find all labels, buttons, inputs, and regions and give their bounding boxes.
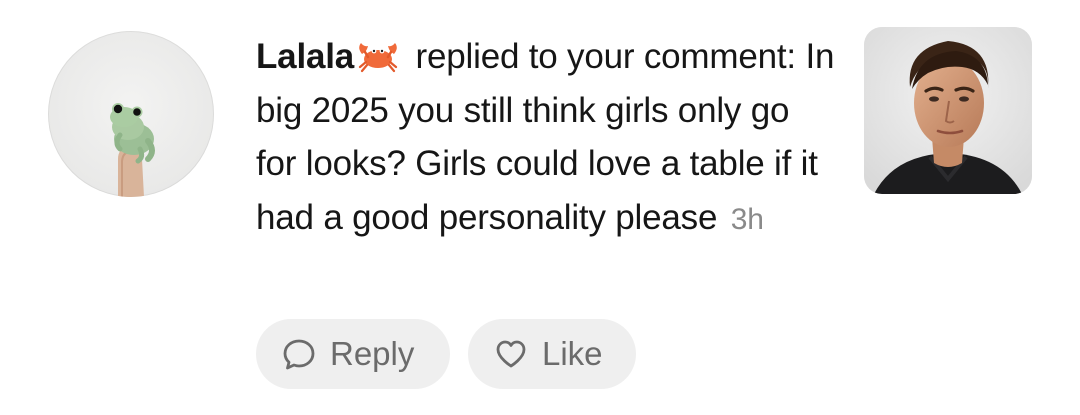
portrait-photo <box>864 27 1032 194</box>
reply-label: Reply <box>330 335 415 372</box>
like-label: Like <box>542 335 603 372</box>
like-button[interactable]: Like <box>468 319 636 389</box>
frog-avatar-image <box>110 103 155 197</box>
heart-outline-icon <box>494 337 528 371</box>
crab-icon <box>356 36 400 73</box>
timestamp: 3h <box>730 202 764 236</box>
username[interactable]: Lalala <box>256 37 354 76</box>
post-thumbnail[interactable] <box>864 27 1032 194</box>
speech-bubble-icon <box>282 337 316 371</box>
notification-content[interactable]: Lalala replied to your comment: In big 2… <box>256 30 836 246</box>
notification-actions: Reply Like <box>256 319 636 389</box>
reply-button[interactable]: Reply <box>256 319 450 389</box>
user-avatar[interactable] <box>48 31 214 197</box>
notification-message: Lalala replied to your comment: In big 2… <box>256 30 836 246</box>
